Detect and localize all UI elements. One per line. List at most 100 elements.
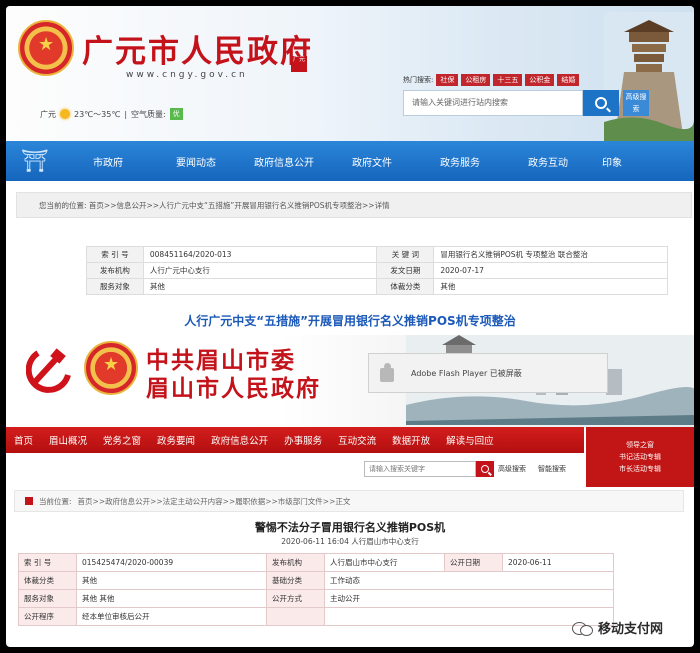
guangyuan-banner: ★ 广元市人民政府 广元 www.cngy.gov.cn 广元 23℃～35℃ … xyxy=(6,6,694,142)
screenshot-frame: ★ 广元市人民政府 广元 www.cngy.gov.cn 广元 23℃～35℃ … xyxy=(6,6,694,647)
info-value: 人行眉山市中心支行 xyxy=(324,553,445,572)
info-key: 服务对象 xyxy=(18,589,77,608)
weather-widget: 广元 23℃～35℃ | 空气质量: 优 xyxy=(40,108,183,120)
nav-item[interactable]: 首页 xyxy=(6,433,41,447)
party-emblem-icon xyxy=(26,348,71,393)
info-value: 015425474/2020-00039 xyxy=(76,553,267,572)
search-button[interactable] xyxy=(583,90,619,116)
leader-window-panel: 领导之窗 书记活动专辑 市长活动专辑 xyxy=(584,427,694,487)
info-value: 2020-06-11 xyxy=(502,553,614,572)
search-input[interactable]: 请输入搜索关键字 xyxy=(364,461,476,477)
site-title[interactable]: 广元市人民政府 xyxy=(82,26,313,71)
table-row: 公开程序 经本单位审核后公开 xyxy=(18,607,614,626)
table-row: 服务对象 其他 体裁分类 其他 xyxy=(86,278,668,295)
smart-search-link[interactable]: 智能搜索 xyxy=(538,464,566,474)
nav-item[interactable]: 政府信息公开 xyxy=(203,433,276,447)
table-row: 索 引 号 015425474/2020-00039 发布机构 人行眉山市中心支… xyxy=(18,553,614,572)
search-icon xyxy=(481,465,489,473)
plugin-icon xyxy=(377,362,399,384)
document-info-table: 索 引 号 015425474/2020-00039 发布机构 人行眉山市中心支… xyxy=(18,553,614,626)
info-key: 索 引 号 xyxy=(18,553,77,572)
document-info-table: 索 引 号 008451164/2020-013 关 键 词 冒用银行名义推销P… xyxy=(86,246,668,295)
info-key: 索 引 号 xyxy=(86,246,144,263)
nav-item[interactable]: 市政府 xyxy=(64,154,152,169)
nav-item[interactable]: 互动交流 xyxy=(330,433,384,447)
info-key: 发布机构 xyxy=(266,553,325,572)
advanced-search-button[interactable]: 高级搜索 xyxy=(623,90,649,116)
nav-item[interactable]: 要闻动态 xyxy=(152,154,240,169)
divider: | xyxy=(124,109,128,119)
nav-item[interactable]: 政府信息公开 xyxy=(240,154,328,169)
info-key: 体裁分类 xyxy=(376,278,435,295)
nav-item[interactable]: 眉山概况 xyxy=(41,433,95,447)
wechat-watermark: 移动支付网 xyxy=(572,618,663,637)
hot-tag[interactable]: 社保 xyxy=(436,74,459,86)
table-row: 发布机构 人行广元中心支行 发文日期 2020-07-17 xyxy=(86,262,668,279)
info-key: 公开日期 xyxy=(444,553,503,572)
hot-tag[interactable]: 结婚 xyxy=(557,74,580,86)
guangyuan-main-nav: ⛩ 市政府 要闻动态 政府信息公开 政府文件 政务服务 政务互动 印象 xyxy=(6,141,694,181)
secretary-activity-link[interactable]: 书记活动专辑 xyxy=(586,451,694,463)
advanced-search-link[interactable]: 高级搜索 xyxy=(498,464,526,474)
info-value: 人行广元中心支行 xyxy=(142,262,378,279)
breadcrumb-label: 当前位置: xyxy=(39,496,72,506)
nav-item[interactable]: 解读与回应 xyxy=(438,433,502,447)
breadcrumb-path[interactable]: 首页>>政府信息公开>>法定主动公开内容>>履职依据>>市级部门文件>>正文 xyxy=(78,496,351,507)
article-meta: 2020-06-11 16:04 人行眉山市中心支行 xyxy=(281,537,419,546)
wechat-icon xyxy=(572,620,594,636)
info-key: 服务对象 xyxy=(86,278,144,295)
table-row: 体裁分类 其他 基础分类 工作动态 xyxy=(18,571,614,590)
info-value xyxy=(324,607,614,626)
search-button[interactable] xyxy=(476,461,494,477)
aqi-badge: 优 xyxy=(169,108,183,120)
nav-item[interactable]: 政务互动 xyxy=(504,154,592,169)
info-key: 公开方式 xyxy=(266,589,325,608)
nav-item[interactable]: 数据开放 xyxy=(384,433,438,447)
info-value: 主动公开 xyxy=(324,589,614,608)
info-value: 其他 xyxy=(142,278,378,295)
aqi-label: 空气质量: xyxy=(131,109,166,119)
watermark-text: 移动支付网 xyxy=(598,622,664,637)
nav-item[interactable]: 政府文件 xyxy=(328,154,416,169)
article-headline: 人行广元中支“五措施”开展冒用银行名义推销POS机专项整治 xyxy=(184,314,516,328)
info-value: 其他 xyxy=(433,278,668,295)
sun-icon xyxy=(60,109,70,119)
flash-blocked-notice[interactable]: Adobe Flash Player 已被屏蔽 xyxy=(368,353,608,393)
nav-item[interactable]: 党务之窗 xyxy=(95,433,149,447)
nav-item[interactable]: 政务服务 xyxy=(416,154,504,169)
nav-item[interactable]: 办事服务 xyxy=(276,433,330,447)
info-value: 工作动态 xyxy=(324,571,614,590)
info-key: 发文日期 xyxy=(376,262,435,279)
flash-blocked-text: Adobe Flash Player 已被屏蔽 xyxy=(411,368,522,378)
info-value: 2020-07-17 xyxy=(433,262,668,279)
weather-city: 广元 xyxy=(40,109,56,119)
info-value: 经本单位审核后公开 xyxy=(76,607,267,626)
hot-search: 热门搜索: 社保 公租房 十三五 公积金 结婚 xyxy=(403,74,580,86)
info-key: 基础分类 xyxy=(266,571,325,590)
meishan-banner: ★ 中共眉山市委 眉山市人民政府 Adobe Flash Player 已被屏蔽 xyxy=(6,335,694,427)
site-title-line2[interactable]: 眉山市人民政府 xyxy=(146,369,321,403)
site-url: www.cngy.gov.cn xyxy=(126,70,248,80)
info-key xyxy=(266,607,325,626)
hot-tag[interactable]: 公积金 xyxy=(525,74,555,86)
info-value: 冒用银行名义推销POS机 专项整治 联合整治 xyxy=(433,246,668,263)
home-icon xyxy=(25,497,33,505)
hot-tag[interactable]: 十三五 xyxy=(493,74,523,86)
hot-search-label: 热门搜索: xyxy=(403,76,434,84)
mayor-activity-link[interactable]: 市长活动专辑 xyxy=(586,463,694,475)
info-key: 体裁分类 xyxy=(18,571,77,590)
pagoda-tower-image xyxy=(604,12,694,142)
breadcrumb: 当前位置: 首页>>政府信息公开>>法定主动公开内容>>履职依据>>市级部门文件… xyxy=(14,490,684,512)
weather-temp: 23℃～35℃ xyxy=(74,109,121,119)
nav-item[interactable]: 政务要闻 xyxy=(149,433,203,447)
seal-icon: 广元 xyxy=(291,56,307,72)
article-title: 警惕不法分子冒用银行名义推销POS机 xyxy=(254,521,446,534)
breadcrumb[interactable]: 您当前的位置: 首页>>信息公开>>人行广元中支“五措施”开展冒用银行名义推销P… xyxy=(16,192,692,218)
table-row: 索 引 号 008451164/2020-013 关 键 词 冒用银行名义推销P… xyxy=(86,246,668,263)
leader-window-link[interactable]: 领导之窗 xyxy=(586,439,694,451)
nav-item[interactable]: 印象 xyxy=(592,154,632,169)
info-key: 公开程序 xyxy=(18,607,77,626)
search-input[interactable]: 请输入关键词进行站内搜索 xyxy=(403,90,583,116)
national-emblem-icon: ★ xyxy=(18,20,74,76)
hot-tag[interactable]: 公租房 xyxy=(461,74,491,86)
